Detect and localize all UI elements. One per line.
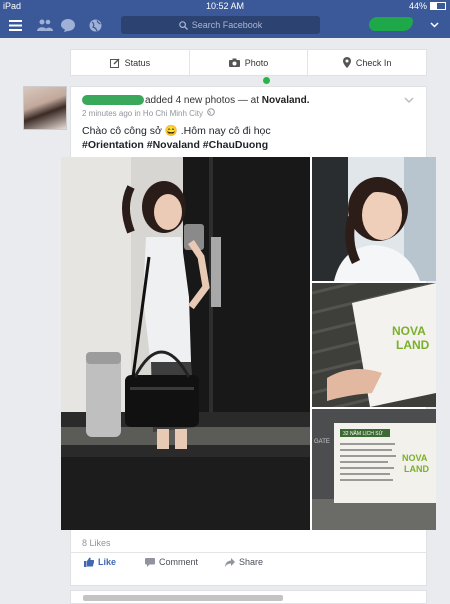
poster-title: 32 NĂM LỊCH SỬ (343, 430, 384, 437)
poster-logo-top: NOVA (402, 453, 428, 463)
friend-requests-icon[interactable] (37, 17, 53, 33)
search-input[interactable]: Search Facebook (121, 16, 320, 34)
gate-sign-text: GATE (314, 439, 330, 445)
share-button[interactable]: Share (225, 557, 263, 567)
actions-divider (70, 552, 427, 553)
status-label: Status (124, 57, 151, 68)
post-meta: 2 minutes ago in Ho Chi Minh City (82, 108, 215, 118)
share-label: Share (239, 557, 264, 567)
comment-label: Comment (159, 557, 199, 567)
camera-icon (228, 58, 240, 67)
messages-icon[interactable] (61, 17, 75, 33)
booklet-logo-bottom: LAND (396, 338, 430, 352)
photo-button[interactable]: Photo (190, 50, 309, 75)
photo-main[interactable] (61, 157, 310, 530)
next-post-card (70, 590, 427, 604)
battery-percent: 44% (408, 1, 427, 11)
location-pin-icon (342, 57, 351, 68)
audience-icon[interactable] (207, 108, 215, 118)
status-bar: iPad 10:52 AM 44% (0, 0, 450, 12)
menu-icon[interactable] (8, 17, 22, 33)
author-avatar[interactable] (23, 86, 67, 130)
like-button[interactable]: Like (84, 557, 116, 567)
top-navbar: Search Facebook (0, 12, 450, 38)
photo-selfie[interactable] (312, 157, 436, 281)
checkin-button[interactable]: Check In (308, 50, 426, 75)
likes-count[interactable]: 8 Likes (82, 538, 111, 548)
poster-logo-bottom: LAND (404, 464, 429, 474)
post-hashtags[interactable]: #Orientation #Novaland #ChauDuong (82, 139, 268, 151)
search-icon (178, 20, 188, 30)
search-placeholder: Search Facebook (191, 20, 263, 30)
checkin-label: Check In (355, 57, 392, 68)
share-icon (225, 557, 235, 567)
photo-label: Photo (244, 57, 269, 68)
place-link[interactable]: Novaland. (262, 95, 310, 106)
thumbs-up-icon (84, 557, 94, 567)
clock: 10:52 AM (205, 1, 245, 11)
post-options-chevron-icon[interactable] (404, 96, 414, 104)
post-caption: Chào cô công sở 😄 .Hôm nay cô đi học (82, 125, 271, 137)
battery-indicator: 44% (409, 1, 446, 11)
pencil-icon (109, 58, 120, 68)
battery-icon (430, 2, 446, 10)
profile-name-redacted[interactable] (369, 17, 413, 31)
status-button[interactable]: Status (71, 50, 190, 75)
photo-novaland-booklet[interactable]: NOVA LAND (312, 283, 436, 407)
next-post-header-redacted (83, 595, 283, 601)
comment-button[interactable]: Comment (145, 557, 198, 567)
post-composer: Status Photo Check In (70, 49, 427, 76)
booklet-logo-top: NOVA (392, 324, 426, 338)
post-action-text: added 4 new photos — at (145, 95, 262, 106)
online-indicator (263, 77, 270, 84)
author-name-redacted[interactable] (82, 95, 144, 105)
like-label: Like (98, 557, 117, 567)
notifications-globe-icon[interactable] (88, 17, 102, 33)
photo-history-poster[interactable]: GATE 32 NĂM LỊCH SỬ NOVA LAND (312, 409, 436, 530)
post-time[interactable]: 2 minutes ago in Ho Chi Minh City (82, 109, 203, 118)
chevron-down-icon[interactable] (429, 17, 439, 33)
comment-icon (145, 557, 155, 567)
post-header: added 4 new photos — at Novaland. (145, 95, 310, 106)
